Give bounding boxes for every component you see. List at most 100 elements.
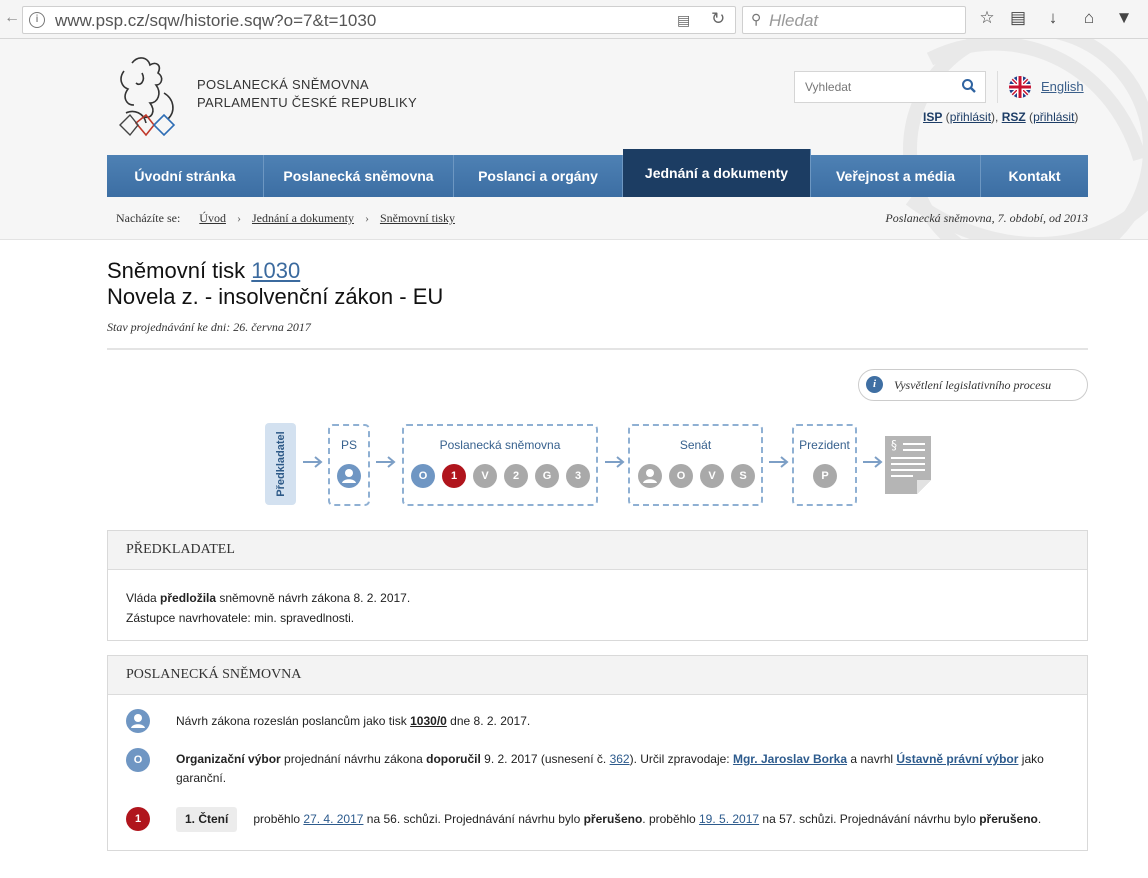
session-date-link[interactable]: 19. 5. 2017 xyxy=(699,812,759,826)
senat-label: Senát xyxy=(679,438,712,452)
site-search-input[interactable]: Vyhledat xyxy=(794,71,986,103)
step-circle[interactable]: O xyxy=(669,464,693,488)
site-search-placeholder: Vyhledat xyxy=(805,80,852,94)
text-bold: doporučil xyxy=(426,752,481,766)
panel-predkladatel: PŘEDKLADATEL Vláda předložila sněmovně n… xyxy=(107,530,1088,641)
period-label: Poslanecká sněmovna, 7. období, od 2013 xyxy=(885,211,1088,225)
reader-view-icon[interactable]: ▤ xyxy=(677,12,690,29)
nav-kontakt[interactable]: Kontakt xyxy=(981,155,1088,197)
chevron-right-icon: › xyxy=(364,211,369,225)
login-links: ISP (přihlásit), RSZ (přihlásit) xyxy=(923,110,1079,124)
resolution-link[interactable]: 362 xyxy=(610,752,630,766)
site-header: POSLANECKÁ SNĚMOVNA PARLAMENTU ČESKÉ REP… xyxy=(0,39,1148,240)
brand-line-2[interactable]: PARLAMENTU ČESKÉ REPUBLIKY xyxy=(197,95,417,110)
info-icon[interactable]: i xyxy=(29,12,45,28)
isp-login-link[interactable]: přihlásit xyxy=(950,110,991,124)
step-circle[interactable]: V xyxy=(473,464,497,488)
person-icon[interactable] xyxy=(638,464,662,488)
text: Zástupce navrhovatele: min. spravedlnost… xyxy=(126,611,355,625)
nav-uvodni-stranka[interactable]: Úvodní stránka xyxy=(107,155,264,197)
title-prefix: Sněmovní tisk xyxy=(107,258,246,283)
back-arrow-icon[interactable]: ← xyxy=(4,10,20,26)
step-icon: O xyxy=(126,748,150,772)
breadcrumb-jednani[interactable]: Jednání a dokumenty xyxy=(252,211,354,225)
uk-flag-icon[interactable] xyxy=(1009,76,1031,98)
text-bold: předložila xyxy=(160,591,217,605)
download-icon[interactable]: ↓ xyxy=(1042,8,1064,28)
prezident-label: Prezident xyxy=(799,438,850,452)
committee-link[interactable]: Ústavně právní výbor xyxy=(896,752,1018,766)
step-circle[interactable]: 2 xyxy=(504,464,528,488)
session-date-link[interactable]: 27. 4. 2017 xyxy=(303,812,363,826)
brand-line-1[interactable]: POSLANECKÁ SNĚMOVNA xyxy=(197,77,369,92)
rsz-link[interactable]: RSZ xyxy=(1002,110,1026,124)
ps-label: PS xyxy=(340,438,357,452)
process-snemovna-box[interactable]: Poslanecká sněmovna O 1 V 2 G 3 xyxy=(402,424,598,506)
arrow-right-icon xyxy=(769,456,789,468)
nav-poslanecka-snemovna[interactable]: Poslanecká sněmovna xyxy=(264,155,454,197)
step-circle[interactable]: G xyxy=(535,464,559,488)
isp-link[interactable]: ISP xyxy=(923,110,942,124)
star-icon[interactable]: ☆ xyxy=(976,8,998,28)
committee-name: Organizační výbor xyxy=(176,752,281,766)
browser-search-bar[interactable]: ⚲ Hledat xyxy=(742,6,966,34)
language-link-english[interactable]: English xyxy=(1041,79,1084,94)
address-bar[interactable]: i www.psp.cz/sqw/historie.sqw?o=7&t=1030… xyxy=(22,6,736,34)
browser-search-placeholder: Hledat xyxy=(769,11,819,30)
text: . proběhlo xyxy=(642,812,699,826)
panel-snemovna: POSLANECKÁ SNĚMOVNA Návrh zákona rozeslá… xyxy=(107,655,1088,851)
process-ps-box[interactable]: PS xyxy=(328,424,370,506)
print-number-link[interactable]: 1030 xyxy=(251,258,300,283)
text: na 56. schůzi. Projednávání návrhu bylo xyxy=(363,812,584,826)
print-version-link[interactable]: 1030/0 xyxy=(410,714,447,728)
search-icon[interactable] xyxy=(961,78,977,94)
text-bold: přerušeno xyxy=(979,812,1038,826)
breadcrumb: Nacházíte se: Úvod › Jednání a dokumenty… xyxy=(116,211,455,226)
chevron-right-icon: › xyxy=(236,211,241,225)
rsz-login-link[interactable]: přihlásit xyxy=(1033,110,1074,124)
state-date: Stav projednávání ke dni: 26. června 201… xyxy=(107,320,311,334)
law-document-icon[interactable]: § xyxy=(885,436,931,494)
rapporteur-link[interactable]: Mgr. Jaroslav Borka xyxy=(733,752,847,766)
arrow-right-icon xyxy=(863,456,883,468)
breadcrumb-tisky[interactable]: Sněmovní tisky xyxy=(380,211,455,225)
text-bold: přerušeno xyxy=(583,812,643,826)
text: proběhlo xyxy=(253,812,304,826)
nav-verejnost-a-media[interactable]: Veřejnost a média xyxy=(811,155,981,197)
text: na 57. schůzi. Projednávání návrhu bylo xyxy=(759,812,980,826)
browser-toolbar: ← i www.psp.cz/sqw/historie.sqw?o=7&t=10… xyxy=(0,0,1148,39)
home-icon[interactable]: ⌂ xyxy=(1078,8,1100,28)
main-navigation: Úvodní stránka Poslanecká sněmovna Posla… xyxy=(107,149,1088,197)
panel-heading: PŘEDKLADATEL xyxy=(108,531,1087,570)
svg-text:§: § xyxy=(891,438,897,452)
step-circle[interactable]: V xyxy=(700,464,724,488)
breadcrumb-uvod[interactable]: Úvod xyxy=(199,211,226,225)
person-icon xyxy=(126,709,150,733)
predkladatel-label: Předkladatel xyxy=(274,431,287,497)
reload-icon[interactable]: ↻ xyxy=(711,9,725,29)
step-circle[interactable]: 3 xyxy=(566,464,590,488)
process-predkladatel[interactable]: Předkladatel xyxy=(265,423,296,505)
lion-logo-icon[interactable] xyxy=(112,53,184,139)
explain-process-button[interactable]: i Vysvětlení legislativního procesu xyxy=(858,369,1088,401)
step-circle-active[interactable]: 1 xyxy=(442,464,466,488)
page-title: Sněmovní tisk 1030 xyxy=(107,258,300,284)
url-text[interactable]: www.psp.cz/sqw/historie.sqw?o=7&t=1030 xyxy=(55,11,376,31)
process-senat-box[interactable]: Senát O V S xyxy=(628,424,763,506)
step-circle[interactable]: O xyxy=(411,464,435,488)
nav-poslanci-a-organy[interactable]: Poslanci a orgány xyxy=(454,155,623,197)
breadcrumb-prefix: Nacházíte se: xyxy=(116,211,181,225)
text: a navrhl xyxy=(847,752,897,766)
person-icon[interactable] xyxy=(337,464,361,488)
step-icon: 1 xyxy=(126,807,150,831)
text: sněmovně návrh zákona 8. 2. 2017. xyxy=(216,591,411,605)
process-prezident-box[interactable]: Prezident P xyxy=(792,424,857,506)
text: dne 8. 2. 2017. xyxy=(446,714,531,728)
library-icon[interactable]: ▤ xyxy=(1007,8,1029,28)
step-circle[interactable]: S xyxy=(731,464,755,488)
info-icon: i xyxy=(866,376,883,393)
step-circle[interactable]: P xyxy=(813,464,837,488)
arrow-right-icon xyxy=(303,456,323,468)
nav-jednani-a-dokumenty[interactable]: Jednání a dokumenty xyxy=(623,149,811,197)
pocket-icon[interactable]: ▼ xyxy=(1113,8,1135,28)
